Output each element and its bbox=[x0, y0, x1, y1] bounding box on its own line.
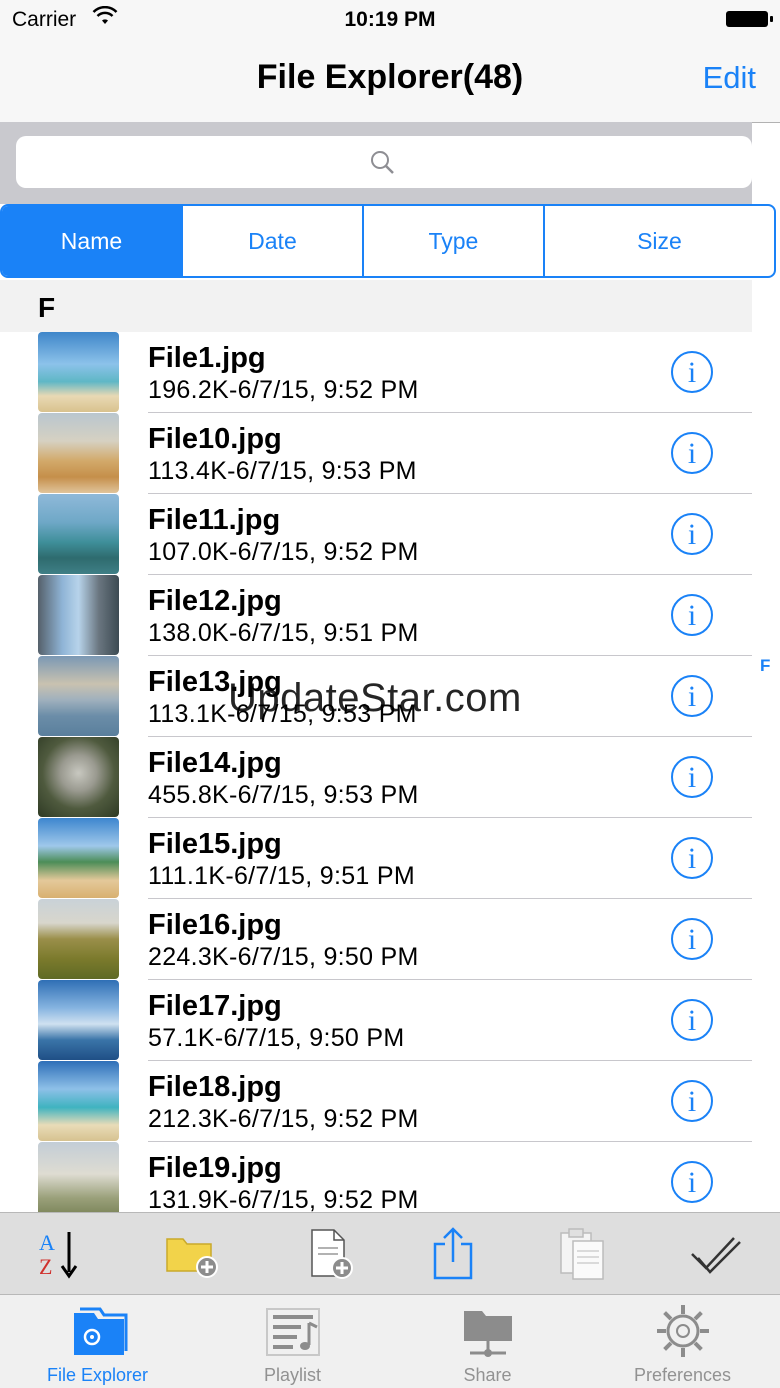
file-meta: 138.0K-6/7/15, 9:51 PM bbox=[148, 619, 419, 647]
sort-by-name-segment[interactable]: Name bbox=[2, 206, 183, 276]
paste-button[interactable] bbox=[552, 1225, 612, 1283]
file-name: File1.jpg bbox=[148, 342, 266, 374]
file-name: File18.jpg bbox=[148, 1071, 282, 1103]
share-export-icon bbox=[433, 1227, 473, 1280]
clipboard-icon bbox=[560, 1228, 604, 1280]
file-list: File1.jpg 196.2K-6/7/15, 9:52 PM i File1… bbox=[0, 332, 752, 1212]
info-icon[interactable]: i bbox=[671, 513, 713, 555]
info-icon[interactable]: i bbox=[671, 999, 713, 1041]
file-name: File14.jpg bbox=[148, 747, 282, 779]
file-meta: 107.0K-6/7/15, 9:52 PM bbox=[148, 538, 419, 566]
file-thumbnail bbox=[38, 818, 119, 898]
file-name: File15.jpg bbox=[148, 828, 282, 860]
double-checkmark-icon bbox=[691, 1237, 741, 1274]
list-item[interactable]: File10.jpg 113.4K-6/7/15, 9:53 PM i bbox=[0, 413, 752, 494]
info-icon[interactable]: i bbox=[671, 351, 713, 393]
file-thumbnail bbox=[38, 413, 119, 493]
navigation-bar: Carrier 10:19 PM File Explorer(48) Edit bbox=[0, 0, 780, 123]
file-name: File19.jpg bbox=[148, 1152, 282, 1184]
share-icon bbox=[463, 1311, 512, 1357]
list-item[interactable]: File1.jpg 196.2K-6/7/15, 9:52 PM i bbox=[0, 332, 752, 413]
file-thumbnail bbox=[38, 1061, 119, 1141]
playlist-icon bbox=[265, 1308, 320, 1356]
new-folder-button[interactable] bbox=[162, 1225, 222, 1283]
new-file-icon bbox=[311, 1229, 353, 1279]
bottom-toolbar: A Z bbox=[0, 1212, 780, 1295]
info-icon[interactable]: i bbox=[671, 918, 713, 960]
tab-label: Preferences bbox=[633, 1365, 732, 1385]
sort-az-button[interactable]: A Z bbox=[30, 1225, 90, 1283]
page-title: File Explorer(48) bbox=[256, 58, 524, 96]
list-item[interactable]: File19.jpg 131.9K-6/7/15, 9:52 PM i bbox=[0, 1142, 752, 1212]
file-thumbnail bbox=[38, 899, 119, 979]
file-meta: 131.9K-6/7/15, 9:52 PM bbox=[148, 1186, 419, 1212]
tab-label: Playlist bbox=[263, 1365, 321, 1385]
tab-file-explorer[interactable]: File Explorer bbox=[0, 1295, 195, 1388]
info-icon[interactable]: i bbox=[671, 594, 713, 636]
search-bar bbox=[0, 122, 752, 204]
share-export-button[interactable] bbox=[423, 1225, 483, 1283]
folder-gear-icon bbox=[73, 1307, 127, 1355]
status-bar: Carrier 10:19 PM bbox=[0, 0, 780, 40]
file-meta: 224.3K-6/7/15, 9:50 PM bbox=[148, 943, 419, 971]
list-item[interactable]: File18.jpg 212.3K-6/7/15, 9:52 PM i bbox=[0, 1061, 752, 1142]
sort-by-type-segment[interactable]: Type bbox=[364, 206, 545, 276]
file-meta: 111.1K-6/7/15, 9:51 PM bbox=[148, 862, 415, 890]
info-icon[interactable]: i bbox=[671, 837, 713, 879]
list-item[interactable]: File15.jpg 111.1K-6/7/15, 9:51 PM i bbox=[0, 818, 752, 899]
svg-text:Z: Z bbox=[39, 1254, 52, 1279]
tab-bar: File Explorer Playlist Share Preferences bbox=[0, 1294, 780, 1388]
tab-label: File Explorer bbox=[46, 1365, 149, 1385]
svg-text:A: A bbox=[39, 1230, 55, 1255]
edit-button[interactable]: Edit bbox=[703, 60, 756, 96]
list-item[interactable]: File16.jpg 224.3K-6/7/15, 9:50 PM i bbox=[0, 899, 752, 980]
file-meta: 113.4K-6/7/15, 9:53 PM bbox=[148, 457, 417, 485]
select-all-button[interactable] bbox=[686, 1225, 746, 1283]
file-thumbnail bbox=[38, 1142, 119, 1212]
tab-share[interactable]: Share bbox=[390, 1295, 585, 1388]
file-thumbnail bbox=[38, 656, 119, 736]
search-input[interactable] bbox=[16, 136, 752, 188]
section-index-letter[interactable]: F bbox=[760, 656, 770, 676]
file-meta: 212.3K-6/7/15, 9:52 PM bbox=[148, 1105, 419, 1133]
section-letter: F bbox=[38, 292, 56, 323]
sort-by-date-segment[interactable]: Date bbox=[183, 206, 364, 276]
watermark-text: UpdateStar.com bbox=[228, 676, 522, 720]
info-icon[interactable]: i bbox=[671, 1161, 713, 1203]
file-name: File12.jpg bbox=[148, 585, 282, 617]
file-meta: 196.2K-6/7/15, 9:52 PM bbox=[148, 376, 419, 404]
tab-label: Share bbox=[463, 1365, 512, 1385]
tab-preferences[interactable]: Preferences bbox=[585, 1295, 780, 1388]
list-item[interactable]: File14.jpg 455.8K-6/7/15, 9:53 PM i bbox=[0, 737, 752, 818]
section-header: F bbox=[0, 280, 752, 332]
file-name: File16.jpg bbox=[148, 909, 282, 941]
info-icon[interactable]: i bbox=[671, 675, 713, 717]
list-item[interactable]: File12.jpg 138.0K-6/7/15, 9:51 PM i bbox=[0, 575, 752, 656]
file-thumbnail bbox=[38, 494, 119, 574]
info-icon[interactable]: i bbox=[671, 1080, 713, 1122]
list-item[interactable]: File17.jpg 57.1K-6/7/15, 9:50 PM i bbox=[0, 980, 752, 1061]
file-name: File17.jpg bbox=[148, 990, 282, 1022]
new-folder-icon bbox=[166, 1238, 218, 1278]
file-thumbnail bbox=[38, 332, 119, 412]
file-name: File10.jpg bbox=[148, 423, 282, 455]
sort-az-icon: A Z bbox=[39, 1230, 78, 1279]
new-file-button[interactable] bbox=[300, 1225, 360, 1283]
sort-segmented-control: Name Date Type Size bbox=[0, 204, 776, 278]
info-icon[interactable]: i bbox=[671, 756, 713, 798]
battery-icon bbox=[726, 11, 773, 27]
file-meta: 455.8K-6/7/15, 9:53 PM bbox=[148, 781, 419, 809]
file-thumbnail bbox=[38, 737, 119, 817]
tab-playlist[interactable]: Playlist bbox=[195, 1295, 390, 1388]
gear-icon bbox=[656, 1305, 709, 1357]
list-item[interactable]: File11.jpg 107.0K-6/7/15, 9:52 PM i bbox=[0, 494, 752, 575]
file-thumbnail bbox=[38, 575, 119, 655]
search-icon bbox=[371, 151, 394, 174]
status-time: 10:19 PM bbox=[344, 8, 436, 31]
file-meta: 57.1K-6/7/15, 9:50 PM bbox=[148, 1024, 405, 1052]
file-name: File11.jpg bbox=[148, 504, 281, 536]
file-thumbnail bbox=[38, 980, 119, 1060]
sort-by-size-segment[interactable]: Size bbox=[545, 206, 774, 276]
info-icon[interactable]: i bbox=[671, 432, 713, 474]
